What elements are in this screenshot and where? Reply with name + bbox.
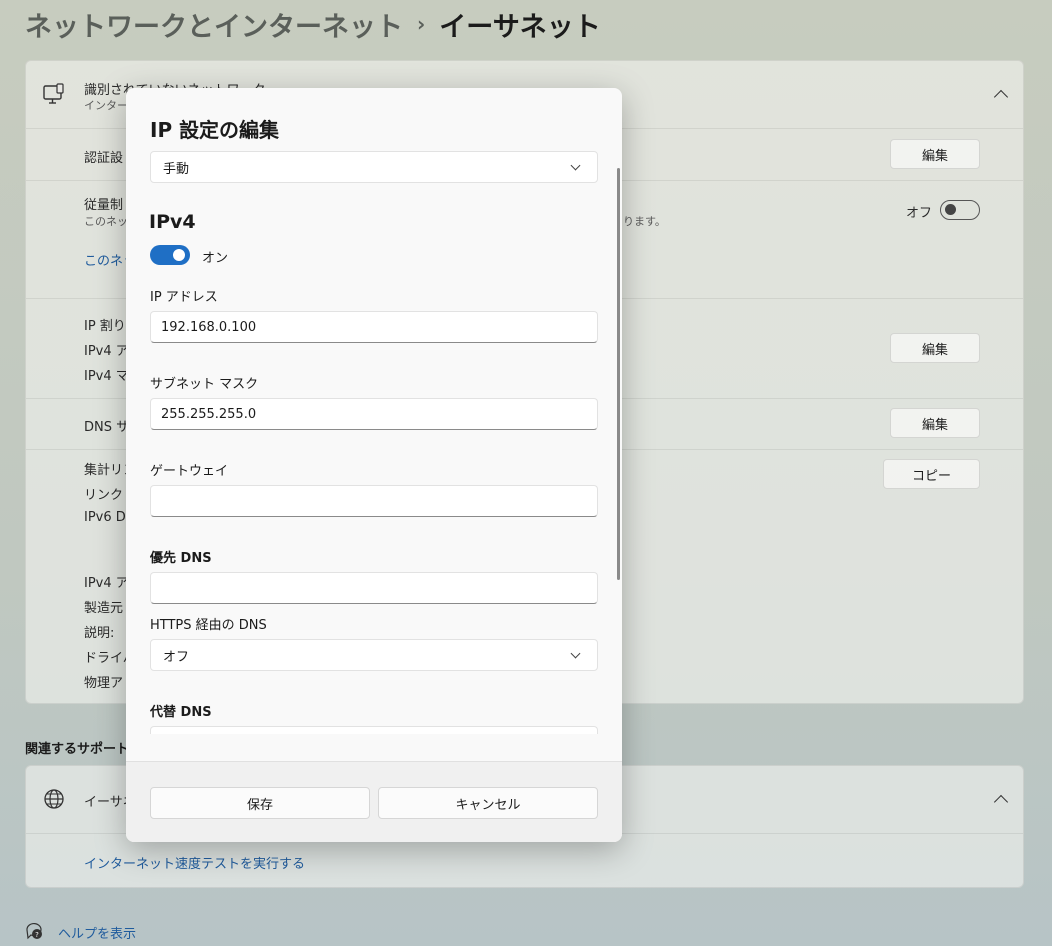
breadcrumb: ネットワークとインターネット › イーサネット (25, 4, 601, 44)
manufacturer-label: 製造元 (84, 601, 124, 616)
gateway-input[interactable] (150, 485, 598, 517)
https-dns-label: HTTPS 経由の DNS (150, 618, 267, 633)
network-pc-icon (43, 83, 64, 104)
dns-edit-button[interactable]: 編集 (890, 408, 980, 438)
ip-mode-value: 手動 (163, 161, 190, 177)
collapse-chevron-icon[interactable] (993, 89, 1009, 105)
page-title: イーサネット (439, 11, 601, 43)
breadcrumb-separator: › (417, 12, 426, 36)
ipv4-address-label: IPv4 ア (84, 344, 129, 359)
dns-server-label: DNS サ (84, 420, 130, 435)
ip-mode-select[interactable]: 手動 (150, 151, 598, 183)
chevron-down-icon (570, 648, 581, 659)
auth-settings-label: 認証設 (84, 151, 124, 166)
ipv6-dns-label: IPv6 DI (84, 510, 130, 525)
preferred-dns-input[interactable] (150, 572, 598, 604)
preferred-dns-label: 優先 DNS (150, 551, 212, 566)
breadcrumb-parent[interactable]: ネットワークとインターネット (25, 5, 403, 44)
dialog-scrollbar[interactable] (617, 168, 620, 580)
dialog-scroll-area[interactable]: 手動 IPv4 オン IP アドレス 192.168.0.100 サブネット マ… (126, 148, 622, 734)
https-dns-value: オフ (163, 649, 190, 665)
support-collapse-chevron-icon[interactable] (993, 794, 1009, 810)
ipv4-toggle-label: オン (202, 251, 229, 266)
ipv4-section-title: IPv4 (149, 211, 196, 233)
dialog-title: IP 設定の編集 (150, 118, 280, 142)
physical-address-label: 物理ア (84, 676, 124, 691)
metered-label: 従量制 (84, 198, 124, 213)
help-icon: ? (26, 923, 42, 940)
ipv4-toggle[interactable] (150, 245, 190, 265)
alternate-dns-label: 代替 DNS (150, 705, 212, 720)
ip-edit-button[interactable]: 編集 (890, 333, 980, 363)
auth-edit-button[interactable]: 編集 (890, 139, 980, 169)
gateway-label: ゲートウェイ (150, 464, 229, 479)
help-link[interactable]: ヘルプを表示 (58, 923, 136, 942)
description-label: 説明: (84, 626, 115, 641)
ipv4-mask-label: IPv4 マ (84, 369, 129, 384)
related-support-title: 関連するサポート (25, 742, 130, 757)
edit-ip-settings-dialog: IP 設定の編集 手動 IPv4 オン IP アドレス 192.168.0.10… (126, 88, 622, 842)
copy-button[interactable]: コピー (883, 459, 980, 489)
metered-description-tail: ります。 (623, 215, 666, 228)
cancel-button[interactable]: キャンセル (378, 787, 598, 819)
svg-text:?: ? (35, 931, 39, 939)
https-dns-select[interactable]: オフ (150, 639, 598, 671)
ip-address-input[interactable]: 192.168.0.100 (150, 311, 598, 343)
globe-icon (44, 789, 64, 809)
alternate-dns-input[interactable] (150, 726, 598, 734)
speed-test-link[interactable]: インターネット速度テストを実行する (84, 853, 305, 872)
subnet-mask-label: サブネット マスク (150, 377, 259, 392)
subnet-mask-input[interactable]: 255.255.255.0 (150, 398, 598, 430)
metered-toggle[interactable] (940, 200, 980, 220)
ip-assignment-label: IP 割り (84, 319, 126, 334)
metered-state: オフ (906, 206, 933, 221)
save-button[interactable]: 保存 (150, 787, 370, 819)
ipv4-address-label-2: IPv4 ア (84, 576, 129, 591)
ip-address-label: IP アドレス (150, 290, 218, 305)
chevron-down-icon (570, 160, 581, 171)
dialog-footer: 保存 キャンセル (126, 761, 622, 842)
